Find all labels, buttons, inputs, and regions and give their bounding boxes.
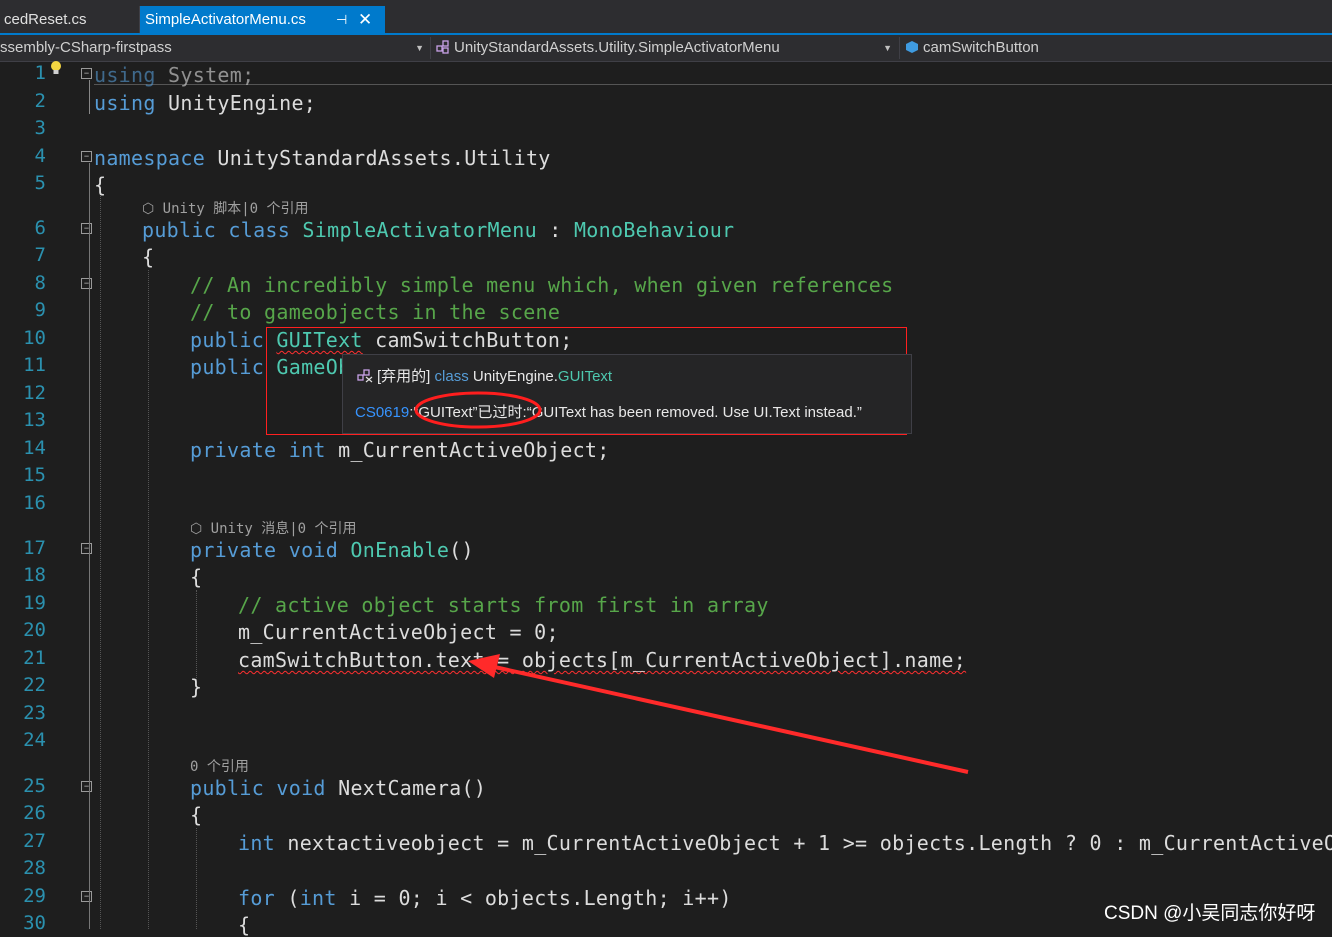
annotation-ellipse — [414, 391, 542, 429]
annotation-arrow-head — [468, 654, 500, 678]
watermark: CSDN @小吴同志你好呀 — [1104, 903, 1316, 924]
annotation-overlay — [414, 391, 969, 774]
annotation-arrow-shaft — [489, 664, 969, 774]
